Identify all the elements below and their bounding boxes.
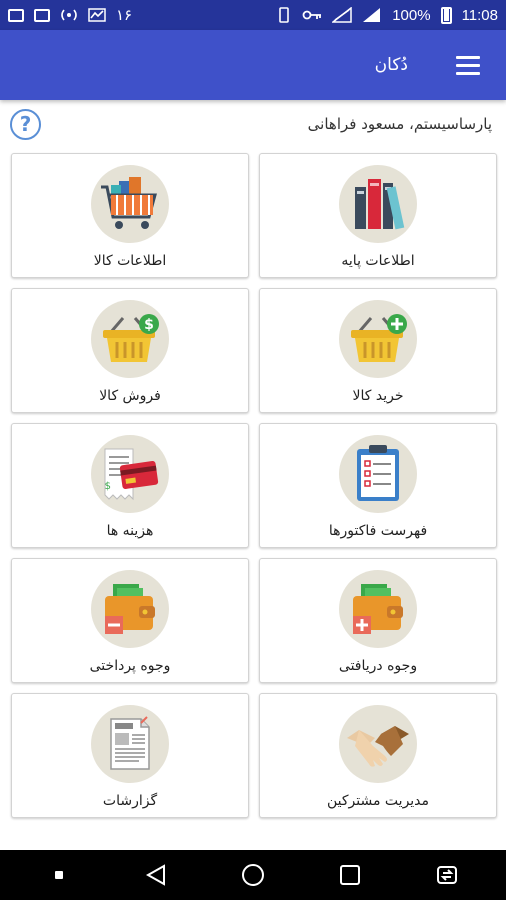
tile-label: فروش کالا (99, 388, 161, 404)
wallet-minus-icon (91, 570, 169, 648)
app-title: دُکان (374, 55, 408, 75)
menu-grid: اطلاعات پایه اطلاعات کالا خرید کالا $ فر… (11, 153, 497, 818)
tile-product-info[interactable]: اطلاعات کالا (11, 153, 249, 278)
app-bar: دُکان (0, 30, 506, 100)
tile-received-funds[interactable]: وجوه دریافتی (259, 558, 497, 683)
tile-reports[interactable]: گزارشات (11, 693, 249, 818)
vpn-key-icon (302, 10, 322, 20)
tile-label: خرید کالا (352, 388, 404, 404)
shopping-cart-icon (91, 165, 169, 243)
switch-app-icon[interactable] (427, 855, 467, 895)
tile-label: وجوه دریافتی (338, 658, 418, 674)
system-nav-bar (0, 850, 506, 900)
gallery-notification-icon (34, 8, 50, 22)
wallet-plus-icon (339, 570, 417, 648)
tile-label: مدیریت مشترکین (326, 793, 430, 809)
status-bar: ۱۶ 100% 11:08 (0, 0, 506, 30)
tile-base-info[interactable]: اطلاعات پایه (259, 153, 497, 278)
status-right: 100% 11:08 (276, 6, 498, 24)
svg-text:$: $ (105, 481, 111, 492)
tile-paid-funds[interactable]: وجوه پرداختی (11, 558, 249, 683)
report-document-icon (91, 705, 169, 783)
user-name: پارساسیستم، مسعود فراهانی (307, 115, 492, 133)
recents-square-icon[interactable] (330, 855, 370, 895)
image-notification-icon (8, 8, 24, 22)
basket-dollar-icon: $ (91, 300, 169, 378)
nav-dot-icon[interactable] (39, 855, 79, 895)
credit-card-receipt-icon: $ (91, 435, 169, 513)
user-row: ? پارساسیستم، مسعود فراهانی (0, 100, 506, 148)
tile-invoice-list[interactable]: فهرست فاکتورها (259, 423, 497, 548)
status-time: 11:08 (461, 6, 498, 24)
svg-text:$: $ (144, 317, 154, 333)
tile-label: فهرست فاکتورها (328, 523, 428, 539)
status-left: ۱۶ (8, 6, 132, 24)
tile-label: وجوه پرداختی (89, 658, 171, 674)
tile-label: اطلاعات پایه (341, 253, 415, 269)
tile-label: هزینه ها (106, 523, 154, 539)
activity-notification-icon (88, 8, 106, 22)
tile-sell-goods[interactable]: $ فروش کالا (11, 288, 249, 413)
status-number: ۱۶ (116, 7, 133, 24)
tile-buy-goods[interactable]: خرید کالا (259, 288, 497, 413)
vibrate-icon (279, 7, 289, 23)
help-question-icon[interactable]: ? (10, 108, 41, 140)
hamburger-menu-icon[interactable] (438, 35, 498, 95)
books-icon (339, 165, 417, 243)
tile-expenses[interactable]: $ هزینه ها (11, 423, 249, 548)
clipboard-checklist-icon (339, 435, 417, 513)
tile-label: اطلاعات کالا (93, 253, 167, 269)
no-wifi-icon (332, 7, 352, 23)
home-circle-icon[interactable] (233, 855, 273, 895)
tile-subscriber-management[interactable]: مدیریت مشترکین (259, 693, 497, 818)
tile-label: گزارشات (102, 793, 158, 809)
battery-percent: 100% (392, 6, 431, 24)
basket-plus-icon (339, 300, 417, 378)
hotspot-notification-icon (61, 9, 77, 21)
back-triangle-icon[interactable] (136, 855, 176, 895)
signal-icon (363, 8, 381, 22)
handshake-icon (339, 705, 417, 783)
battery-icon (440, 6, 452, 24)
